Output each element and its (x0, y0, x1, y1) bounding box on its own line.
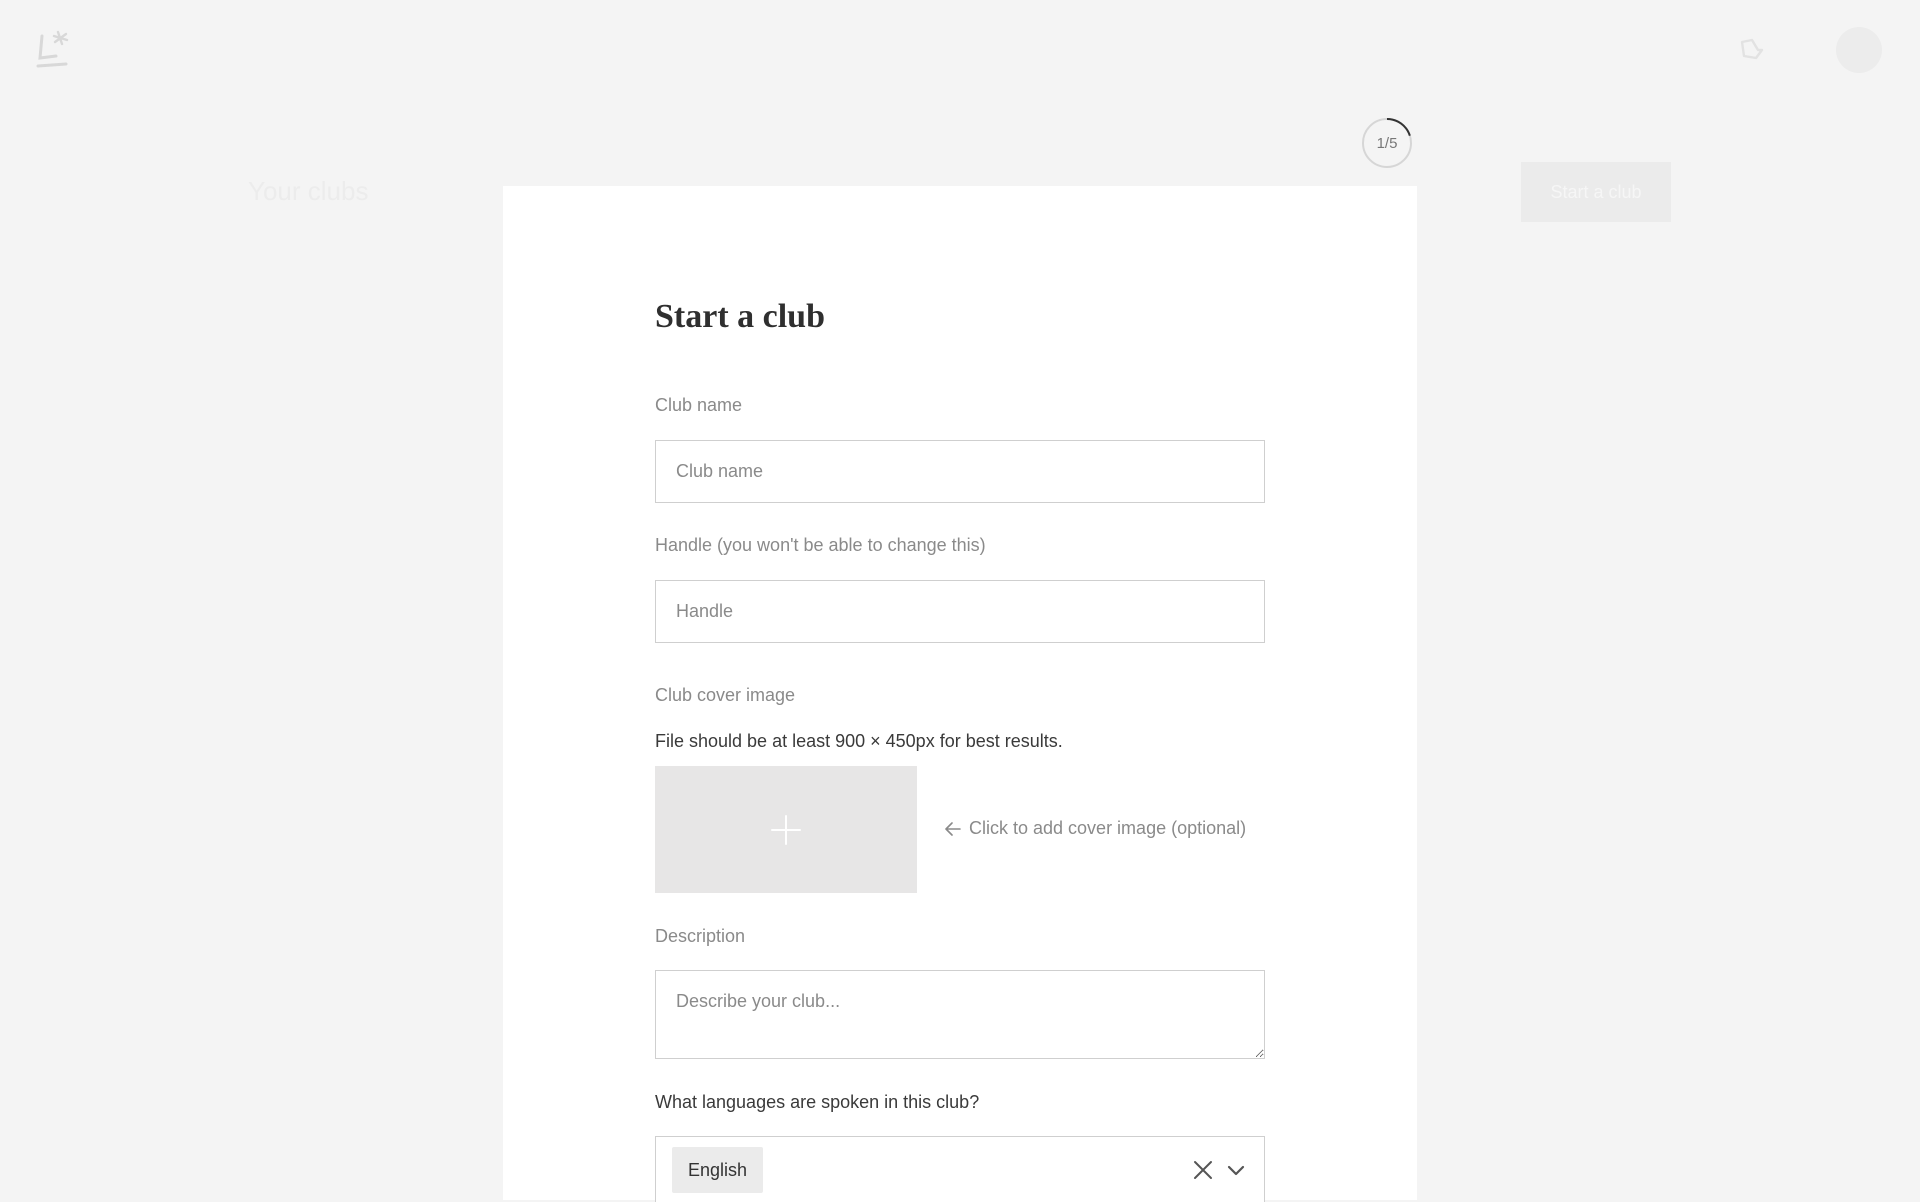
logo-icon[interactable] (36, 28, 76, 72)
plus-icon (771, 814, 801, 845)
start-club-modal: Start a club Club name Handle (you won't… (503, 186, 1417, 1202)
arrow-left-icon (945, 821, 961, 836)
add-cover-image-button[interactable] (655, 766, 917, 893)
cover-image-add-hint: Click to add cover image (optional) (945, 818, 1246, 839)
handle-input[interactable] (655, 580, 1265, 643)
modal-title: Start a club (655, 298, 825, 335)
cover-image-add-text: Click to add cover image (optional) (969, 818, 1247, 838)
language-chip[interactable]: English (672, 1147, 764, 1193)
progress-label: 1/5 (1376, 134, 1398, 152)
chevron-down-icon[interactable] (1226, 1161, 1246, 1181)
cover-image-label: Club cover image (655, 685, 796, 705)
club-name-label: Club name (655, 395, 743, 415)
step-progress: 1/5 (1361, 117, 1413, 169)
languages-select[interactable]: English (655, 1136, 1265, 1202)
notification-icon[interactable] (1738, 36, 1766, 64)
club-name-input[interactable] (655, 440, 1265, 503)
close-icon[interactable] (1192, 1159, 1214, 1181)
description-textarea[interactable] (655, 970, 1265, 1059)
cover-image-size-hint: File should be at least 900 × 450px for … (655, 731, 1063, 751)
languages-label: What languages are spoken in this club? (655, 1092, 980, 1112)
handle-label: Handle (you won't be able to change this… (655, 535, 986, 555)
description-label: Description (655, 926, 746, 946)
avatar[interactable] (1836, 27, 1882, 73)
your-clubs-heading: Your clubs (248, 176, 369, 206)
start-club-button[interactable]: Start a club (1521, 162, 1671, 222)
